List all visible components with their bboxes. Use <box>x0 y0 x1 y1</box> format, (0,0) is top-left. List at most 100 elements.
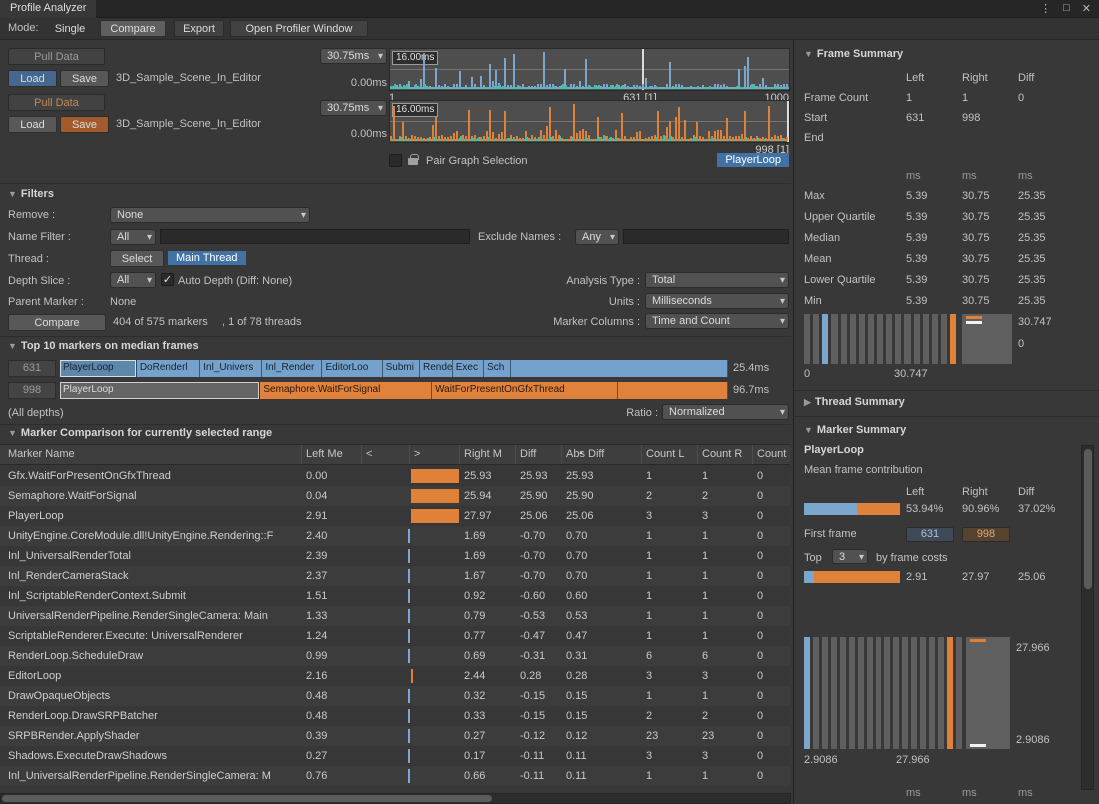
compare-button[interactable]: Compare <box>8 314 106 331</box>
horizontal-scrollbar-thumb[interactable] <box>2 795 492 802</box>
vertical-scrollbar[interactable] <box>1081 445 1094 790</box>
thread-select-button[interactable]: Select <box>110 250 164 267</box>
horizontal-scrollbar[interactable] <box>0 793 791 804</box>
filters-header[interactable]: ▼Filters <box>8 188 54 200</box>
top10-header[interactable]: ▼Top 10 markers on median frames <box>8 340 199 352</box>
close-icon[interactable]: ✕ <box>1082 2 1091 15</box>
ratio-dropdown[interactable]: Normalized ▾ <box>662 404 789 420</box>
frame-summary-histogram[interactable] <box>804 314 956 364</box>
col-right-bar[interactable]: > <box>410 445 460 464</box>
pair-graph-selection-checkbox[interactable] <box>389 154 402 167</box>
auto-depth-checkbox[interactable]: ✓ <box>161 273 174 286</box>
top10-segment[interactable]: Sch <box>484 360 511 377</box>
right-frame-graph[interactable]: 16.00ms <box>389 100 790 143</box>
frame-summary-range-box[interactable] <box>962 314 1012 364</box>
contribution-bar <box>804 502 906 520</box>
table-row[interactable]: Shadows.ExecuteDrawShadows0.270.17-0.110… <box>0 746 790 766</box>
table-row[interactable]: RenderLoop.ScheduleDraw0.990.69-0.310.31… <box>0 646 790 666</box>
table-row[interactable]: DrawOpaqueObjects0.480.32-0.150.15110 <box>0 686 790 706</box>
pull-data-left-button[interactable]: Pull Data <box>8 48 105 65</box>
right-bar-cell <box>410 526 460 546</box>
top10-segment[interactable] <box>511 360 728 377</box>
open-profiler-window-button[interactable]: Open Profiler Window <box>230 20 368 37</box>
kebab-menu-icon[interactable]: ⋮ <box>1040 2 1051 15</box>
exclude-names-input[interactable] <box>623 229 789 244</box>
histogram-bucket-orange <box>950 314 956 364</box>
col-diff[interactable]: Diff <box>516 445 562 464</box>
export-button[interactable]: Export <box>174 20 224 37</box>
load-right-button[interactable]: Load <box>8 116 57 133</box>
table-row[interactable]: Inl_ScriptableRenderContext.Submit1.510.… <box>0 586 790 606</box>
table-row[interactable]: UniversalRenderPipeline.RenderSingleCame… <box>0 606 790 626</box>
count-diff-cell: 0 <box>753 726 789 746</box>
parent-marker-label: Parent Marker : <box>8 296 84 308</box>
table-row[interactable]: Gfx.WaitForPresentOnGfxThread0.0025.9325… <box>0 466 790 486</box>
table-row[interactable]: Semaphore.WaitForSignal0.0425.9425.9025.… <box>0 486 790 506</box>
top10-segment[interactable]: Inl_Render <box>262 360 322 377</box>
save-right-button[interactable]: Save <box>60 116 109 133</box>
col-left-mean[interactable]: Left Me <box>302 445 362 464</box>
stat-diff: 25.35 <box>1018 228 1074 249</box>
top10-segment[interactable]: Inl_Univers <box>200 360 262 377</box>
table-row[interactable]: EditorLoop2.162.440.280.28330 <box>0 666 790 686</box>
name-filter-mode-dropdown[interactable]: All ▾ <box>110 229 156 245</box>
load-left-button[interactable]: Load <box>8 70 57 87</box>
col-count-diff[interactable]: Count D <box>753 445 789 464</box>
marker-summary-histogram[interactable] <box>804 637 962 749</box>
depth-slice-dropdown[interactable]: All ▾ <box>110 272 156 288</box>
window-tab[interactable]: Profile Analyzer <box>0 0 96 18</box>
top10-segment[interactable]: PlayerLoop <box>60 360 137 377</box>
name-filter-input[interactable] <box>160 229 470 244</box>
vertical-scrollbar-thumb[interactable] <box>1084 449 1092 589</box>
col-marker-name[interactable]: Marker Name <box>0 445 302 464</box>
mode-compare-button[interactable]: Compare <box>100 20 166 37</box>
comparison-header[interactable]: ▼Marker Comparison for currently selecte… <box>8 427 272 439</box>
col-right-mean[interactable]: Right M <box>460 445 516 464</box>
top10-segment[interactable]: EditorLoo <box>322 360 382 377</box>
remove-dropdown[interactable]: None ▾ <box>110 207 310 223</box>
col-count-right[interactable]: Count R <box>698 445 753 464</box>
col-count-left[interactable]: Count L <box>642 445 698 464</box>
left-graph-scale-dropdown[interactable]: 30.75ms ▾ <box>320 48 387 64</box>
table-row[interactable]: UnityEngine.CoreModule.dll!UnityEngine.R… <box>0 526 790 546</box>
table-row[interactable]: Inl_UniversalRenderTotal2.391.69-0.700.7… <box>0 546 790 566</box>
left-bar-cell <box>362 766 410 786</box>
top10-segment[interactable]: Semaphore.WaitForSignal <box>260 382 432 399</box>
right-graph-scale-dropdown[interactable]: 30.75ms ▾ <box>320 100 387 116</box>
table-row[interactable]: RenderLoop.DrawSRPBatcher0.480.33-0.150.… <box>0 706 790 726</box>
pull-data-right-button[interactable]: Pull Data <box>8 94 105 111</box>
col-abs-diff[interactable]: ▲Abs Diff <box>562 445 642 464</box>
histogram-bucket-gray <box>904 314 910 364</box>
count-right-cell: 1 <box>698 586 753 606</box>
marker-summary-header[interactable]: ▼Marker Summary <box>804 424 906 436</box>
table-row[interactable]: Inl_UniversalRenderPipeline.RenderSingle… <box>0 766 790 786</box>
table-row[interactable]: PlayerLoop2.9127.9725.0625.06330 <box>0 506 790 526</box>
marker-columns-dropdown[interactable]: Time and Count ▾ <box>645 313 789 329</box>
marker-summary-range-box[interactable] <box>966 637 1010 749</box>
top10-segment[interactable]: WaitForPresentOnGfxThread <box>432 382 618 399</box>
left-mean-cell: 1.51 <box>302 586 362 606</box>
top10-segment[interactable]: Rende <box>420 360 453 377</box>
top10-segment[interactable]: DoRenderl <box>137 360 200 377</box>
top10-segment[interactable] <box>618 382 728 399</box>
top10-segment[interactable]: Submi <box>383 360 420 377</box>
col-left-bar[interactable]: < <box>362 445 410 464</box>
save-left-button[interactable]: Save <box>60 70 109 87</box>
left-frame-graph[interactable]: 16.00ms <box>389 48 790 91</box>
maximize-icon[interactable]: □ <box>1063 2 1070 15</box>
units-dropdown[interactable]: Milliseconds ▾ <box>645 293 789 309</box>
first-frame-left-button[interactable]: 631 <box>906 527 954 542</box>
analysis-type-dropdown[interactable]: Total ▾ <box>645 272 789 288</box>
table-row[interactable]: Inl_RenderCameraStack2.371.67-0.700.7011… <box>0 566 790 586</box>
table-row[interactable]: SRPBRender.ApplyShader0.390.27-0.120.122… <box>0 726 790 746</box>
top10-segment[interactable]: Exec <box>453 360 484 377</box>
frame-summary-header[interactable]: ▼Frame Summary <box>804 48 903 60</box>
first-frame-right-button[interactable]: 998 <box>962 527 1010 542</box>
table-row[interactable]: ScriptableRenderer.Execute: UniversalRen… <box>0 626 790 646</box>
mode-single-button[interactable]: Single <box>44 20 96 37</box>
left-mean-cell: 2.40 <box>302 526 362 546</box>
top10-segment[interactable]: PlayerLoop <box>60 382 260 399</box>
top-n-dropdown[interactable]: 3 ▾ <box>832 549 868 564</box>
thread-summary-header[interactable]: ▶Thread Summary <box>804 396 905 408</box>
exclude-mode-dropdown[interactable]: Any ▾ <box>575 229 619 245</box>
